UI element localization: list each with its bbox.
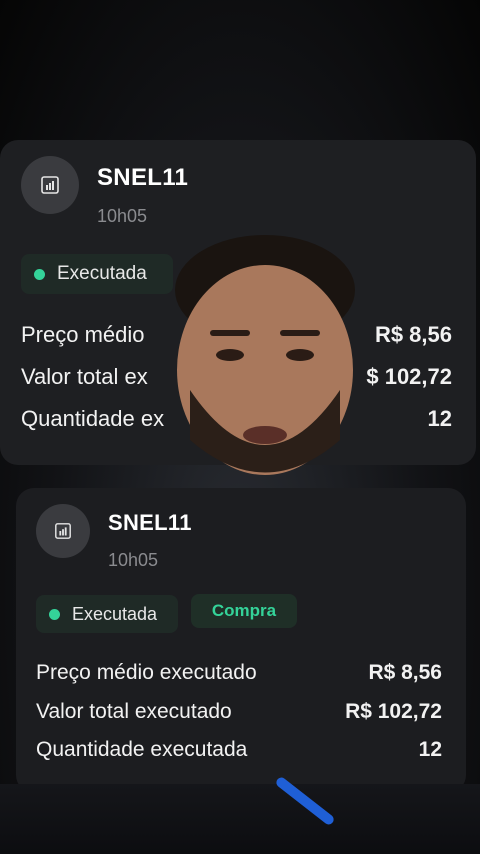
status-dot-icon [34, 268, 45, 280]
row-label: Valor total executado [36, 700, 232, 723]
row-quantity: Quantidade executada 12 [16, 738, 466, 762]
row-label: Preço médio [21, 322, 145, 347]
chart-icon [55, 523, 71, 539]
ticker-label: SNEL11 [97, 164, 189, 191]
status-badge: Executada [36, 595, 178, 633]
asset-icon [21, 156, 79, 214]
row-label: Preço médio executado [36, 661, 257, 684]
asset-icon [36, 504, 90, 558]
row-value: 12 [427, 406, 452, 431]
row-total-value: Valor total executado R$ 102,72 [16, 700, 466, 724]
status-dot-icon [49, 608, 60, 620]
order-time: 10h05 [108, 550, 159, 570]
row-value: R$ 102,72 [345, 700, 442, 723]
order-card-bottom: SNEL11 10h05 Executada Compra Preço médi… [16, 488, 466, 793]
row-label: Valor total ex [21, 364, 148, 389]
row-label: Quantidade executada [36, 738, 248, 761]
presenter-shirt [0, 784, 480, 854]
chart-icon [41, 176, 59, 194]
order-time: 10h05 [97, 206, 148, 226]
presenter-figure [175, 235, 355, 475]
row-value: R$ 8,56 [368, 661, 442, 684]
row-value: 12 [418, 738, 442, 761]
row-average-price: Preço médio executado R$ 8,56 [16, 661, 466, 685]
row-value: R$ 8,56 [374, 322, 452, 347]
buy-badge: Compra [191, 594, 297, 628]
status-label: Executada [57, 263, 147, 284]
status-label: Executada [72, 603, 158, 624]
ticker-label: SNEL11 [108, 510, 192, 535]
row-label: Quantidade ex [21, 406, 165, 431]
